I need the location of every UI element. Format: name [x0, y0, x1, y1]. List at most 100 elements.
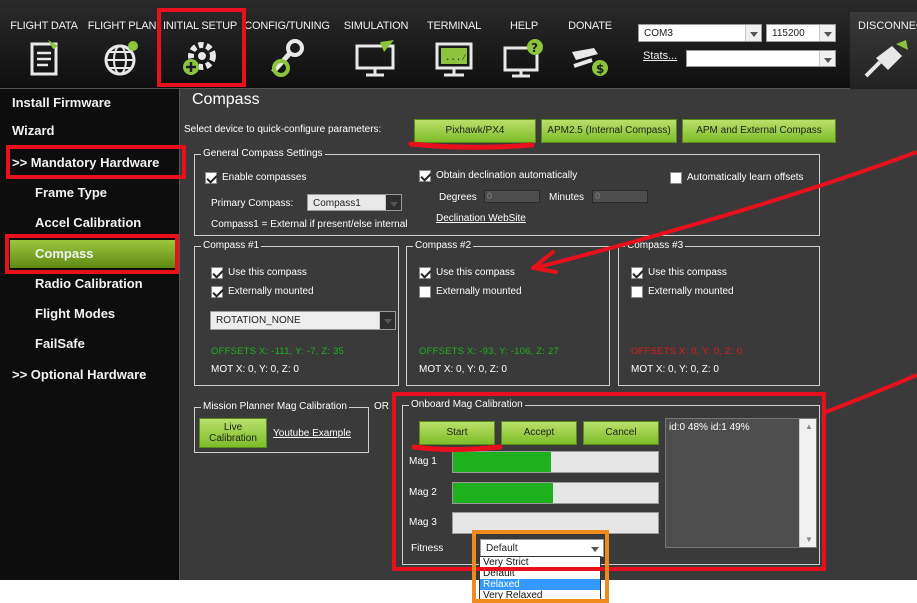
- sidebar-item-install-firmware[interactable]: Install Firmware: [0, 89, 179, 117]
- onboard-mag-calibration-group: Onboard Mag Calibration Start Accept Can…: [402, 399, 820, 565]
- group-title: Onboard Mag Calibration: [409, 399, 525, 410]
- page-title: Compass: [192, 91, 260, 108]
- enable-compasses-checkbox[interactable]: [205, 172, 217, 184]
- quick-config-label: Select device to quick-configure paramet…: [184, 124, 382, 135]
- mp-mag-calibration-group: Mission Planner Mag Calibration Live Cal…: [194, 401, 369, 453]
- mag-1-label: Mag 1: [409, 456, 437, 467]
- compass-1-external-checkbox[interactable]: [211, 286, 223, 298]
- config-tuning-icon: [271, 39, 304, 77]
- sidebar-item-accel-calibration[interactable]: Accel Calibration: [0, 209, 179, 237]
- port-select[interactable]: COM3: [638, 24, 762, 42]
- mavlink-select[interactable]: [686, 50, 836, 67]
- auto-learn-label: Automatically learn offsets: [687, 172, 804, 183]
- use-compass-label: Use this compass: [436, 267, 515, 278]
- compass-3-use-checkbox[interactable]: [631, 267, 643, 279]
- youtube-example-link[interactable]: Youtube Example: [273, 428, 351, 439]
- compass-2-offsets: OFFSETS X: -93, Y: -106, Z: 27: [419, 346, 559, 357]
- mag-3-label: Mag 3: [409, 517, 437, 528]
- sidebar-item-compass[interactable]: Compass: [10, 240, 175, 268]
- compass-note: Compass1 = External if present/else inte…: [211, 219, 408, 230]
- nav-initial-setup[interactable]: INITIAL SETUP: [160, 0, 240, 89]
- compass-1-offsets: OFFSETS X: -111, Y: -7, Z: 35: [211, 346, 345, 357]
- sidebar-item-mandatory-hardware[interactable]: >> Mandatory Hardware: [0, 149, 179, 177]
- general-settings-group: General Compass Settings Enable compasse…: [194, 148, 820, 236]
- compass-3-external-checkbox[interactable]: [631, 286, 643, 298]
- nav-flight-data[interactable]: FLIGHT DATA: [4, 0, 84, 89]
- externally-mounted-label: Externally mounted: [228, 286, 314, 297]
- initial-setup-icon: [183, 42, 216, 75]
- sidebar-item-wizard[interactable]: Wizard: [0, 117, 179, 145]
- live-calibration-button[interactable]: Live Calibration: [199, 418, 267, 448]
- compass-2-mot: MOT X: 0, Y: 0, Z: 0: [419, 364, 507, 375]
- svg-text:$: $: [596, 62, 604, 76]
- stats-link[interactable]: Stats...: [643, 50, 677, 62]
- disconnect-button[interactable]: DISCONNEC: [850, 12, 917, 89]
- calibration-log[interactable]: id:0 48% id:1 49% ▲ ▼: [665, 418, 817, 548]
- sidebar-item-label: >> Optional Hardware: [12, 367, 147, 382]
- fitness-option-very-strict[interactable]: Very Strict: [480, 557, 600, 568]
- log-scrollbar[interactable]: ▲ ▼: [799, 419, 816, 547]
- scroll-up-icon[interactable]: ▲: [805, 422, 813, 431]
- degrees-input[interactable]: 0: [484, 190, 540, 203]
- nav-label: CONFIG/TUNING: [244, 20, 330, 32]
- nav-donate[interactable]: DONATE $: [558, 0, 622, 89]
- nav-terminal[interactable]: TERMINAL ...⁄: [418, 0, 490, 89]
- preset-pixhawk-button[interactable]: Pixhawk/PX4: [414, 119, 536, 143]
- group-title: Compass #1: [201, 240, 262, 251]
- accept-button[interactable]: Accept: [501, 421, 577, 445]
- preset-apm25-button[interactable]: APM2.5 (Internal Compass): [541, 119, 677, 143]
- minutes-input[interactable]: 0: [592, 190, 648, 203]
- degrees-value: 0: [487, 191, 493, 201]
- nav-help[interactable]: HELP ?: [494, 0, 554, 89]
- nav-flight-plan[interactable]: FLIGHT PLAN: [84, 0, 160, 89]
- sidebar-item-label: Flight Modes: [35, 306, 116, 321]
- fitness-select[interactable]: Default: [480, 539, 604, 557]
- fitness-dropdown-list: Very Strict Default Relaxed Very Relaxed: [479, 556, 601, 602]
- nav-label: DONATE: [568, 20, 612, 32]
- compass-1-group: Compass #1 Use this compass Externally m…: [194, 240, 399, 386]
- disconnect-label: DISCONNEC: [858, 20, 917, 32]
- mag-2-progress-fill: [453, 483, 554, 503]
- minutes-value: 0: [595, 191, 601, 201]
- mag-2-progress: [452, 482, 659, 504]
- preset-apm-external-button[interactable]: APM and External Compass: [682, 119, 836, 143]
- fitness-option-relaxed[interactable]: Relaxed: [480, 579, 600, 590]
- sidebar-item-label: Wizard: [12, 123, 55, 138]
- sidebar-item-label: Install Firmware: [12, 95, 111, 110]
- compass-2-external-checkbox[interactable]: [419, 286, 431, 298]
- scroll-down-icon[interactable]: ▼: [805, 535, 813, 544]
- flight-data-icon: [30, 40, 58, 76]
- sidebar-item-optional-hardware[interactable]: >> Optional Hardware: [0, 361, 179, 389]
- compass-1-use-checkbox[interactable]: [211, 267, 223, 279]
- sidebar-item-frame-type[interactable]: Frame Type: [0, 179, 179, 207]
- svg-text:...⁄: ...⁄: [445, 53, 467, 63]
- compass-3-group: Compass #3 Use this compass Externally m…: [618, 240, 820, 386]
- compass-2-group: Compass #2 Use this compass Externally m…: [406, 240, 610, 386]
- sidebar-item-radio-calibration[interactable]: Radio Calibration: [0, 270, 179, 298]
- nav-simulation[interactable]: SIMULATION: [336, 0, 416, 89]
- chevron-down-icon: [745, 25, 761, 41]
- obtain-declination-checkbox[interactable]: [419, 170, 431, 182]
- declination-website-link[interactable]: Declination WebSite: [436, 213, 526, 224]
- sidebar-item-failsafe[interactable]: FailSafe: [0, 330, 179, 358]
- calibration-label: Calibration: [209, 433, 257, 444]
- nav-config-tuning[interactable]: CONFIG/TUNING: [244, 0, 330, 89]
- rotation-value: ROTATION_NONE: [216, 315, 301, 326]
- chevron-down-icon: [819, 51, 835, 66]
- sidebar-item-flight-modes[interactable]: Flight Modes: [0, 300, 179, 328]
- compass-2-use-checkbox[interactable]: [419, 267, 431, 279]
- terminal-icon: ...⁄: [435, 42, 473, 77]
- auto-learn-checkbox[interactable]: [670, 172, 682, 184]
- externally-mounted-label: Externally mounted: [436, 286, 522, 297]
- cancel-button[interactable]: Cancel: [583, 421, 659, 445]
- start-button[interactable]: Start: [419, 421, 495, 445]
- degrees-label: Degrees: [439, 192, 477, 203]
- baud-select[interactable]: 115200: [766, 24, 836, 42]
- fitness-option-very-relaxed[interactable]: Very Relaxed: [480, 590, 600, 601]
- group-title: Mission Planner Mag Calibration: [201, 401, 349, 412]
- obtain-declination-label: Obtain declination automatically: [436, 170, 578, 181]
- use-compass-label: Use this compass: [648, 267, 727, 278]
- fitness-option-default[interactable]: Default: [480, 568, 600, 579]
- primary-compass-select[interactable]: Compass1: [307, 194, 402, 211]
- compass-1-rotation-select[interactable]: ROTATION_NONE: [210, 311, 396, 330]
